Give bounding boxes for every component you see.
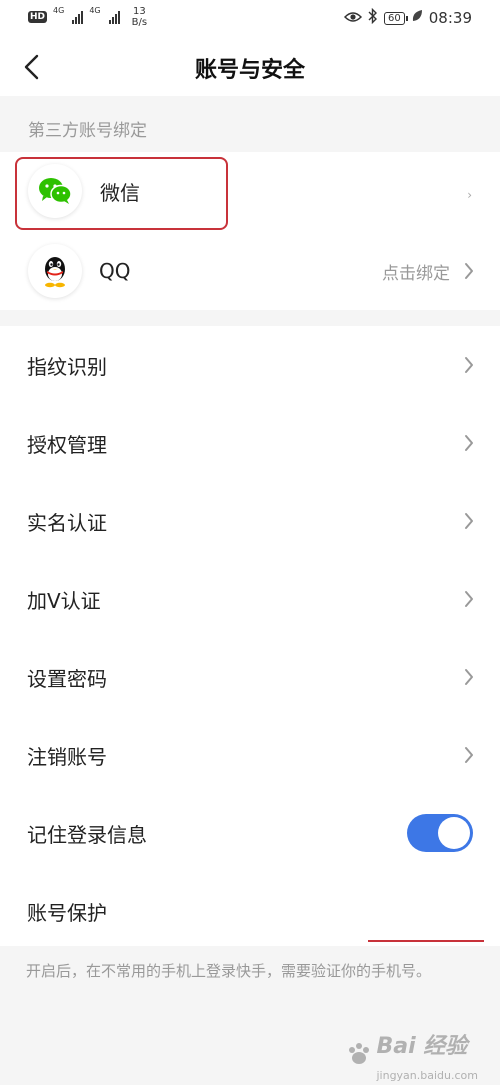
chevron-right-icon <box>465 669 473 685</box>
annotation-underline <box>368 940 484 942</box>
watermark-brand: Bai 经验 <box>376 1034 468 1059</box>
status-left: HD 4G 4G 13 B/s <box>28 6 147 28</box>
chevron-right-icon <box>465 591 473 607</box>
net-speed-value: 13 <box>132 6 146 17</box>
battery-icon: 60 <box>384 11 408 25</box>
page-title: 账号与安全 <box>194 58 305 83</box>
real-name-label: 实名认证 <box>27 510 107 535</box>
net-speed: 13 B/s <box>132 6 147 28</box>
eye-icon <box>343 9 363 27</box>
status-right: 60 08:39 <box>343 7 472 28</box>
third-party-group: 微信 › QQ 点击绑定 <box>0 152 500 310</box>
chevron-right-icon <box>465 513 473 529</box>
authorization-row[interactable]: 授权管理 <box>0 404 500 482</box>
set-password-row[interactable]: 设置密码 <box>0 638 500 716</box>
delete-account-label: 注销账号 <box>27 744 107 769</box>
fingerprint-row[interactable]: 指纹识别 <box>0 326 500 404</box>
net-speed-unit: B/s <box>131 17 148 28</box>
highlight-box <box>15 157 228 230</box>
fingerprint-label: 指纹识别 <box>27 354 107 379</box>
real-name-row[interactable]: 实名认证 <box>0 482 500 560</box>
chevron-right-icon <box>465 747 473 763</box>
qq-label: QQ <box>99 259 131 283</box>
nav-bar: 账号与安全 <box>0 36 500 96</box>
set-password-label: 设置密码 <box>27 666 107 691</box>
authorization-label: 授权管理 <box>27 432 107 457</box>
delete-account-row[interactable]: 注销账号 <box>0 716 500 794</box>
watermark-sub: jingyan.baidu.com <box>376 1069 478 1082</box>
account-protection-row: 账号保护 <box>0 872 500 950</box>
remember-login-toggle[interactable] <box>407 814 473 852</box>
remember-login-label: 记住登录信息 <box>27 822 147 847</box>
leaf-icon <box>411 9 423 27</box>
chevron-right-icon <box>465 263 473 279</box>
clock-time: 08:39 <box>428 9 472 27</box>
settings-group: 指纹识别 授权管理 实名认证 加V认证 设置密码 注销账号 记住登录信息 账号保… <box>0 326 500 946</box>
sim1-label: 4G <box>53 6 65 15</box>
verified-v-row[interactable]: 加V认证 <box>0 560 500 638</box>
chevron-right-icon <box>465 357 473 373</box>
account-protection-label: 账号保护 <box>27 900 107 925</box>
sim2-label: 4G <box>89 6 101 15</box>
verified-v-label: 加V认证 <box>27 588 101 613</box>
chevron-right-icon: › <box>467 188 472 202</box>
qq-bind-row[interactable]: QQ 点击绑定 <box>0 232 500 310</box>
paw-icon <box>346 1042 372 1072</box>
qq-icon <box>45 257 65 288</box>
bluetooth-icon <box>368 7 378 28</box>
chevron-right-icon <box>465 435 473 451</box>
qq-bind-action: 点击绑定 <box>382 263 450 284</box>
watermark: Bai 经验 jingyan.baidu.com <box>346 1028 478 1085</box>
status-bar: HD 4G 4G 13 B/s 60 08:39 <box>0 0 500 36</box>
remember-login-row: 记住登录信息 <box>0 794 500 872</box>
footer-hint: 开启后，在不常用的手机上登录快手，需要验证你的手机号。 <box>26 962 432 980</box>
toggle-knob <box>438 817 470 849</box>
qq-icon-circle <box>28 244 82 298</box>
signal-icon <box>72 10 84 24</box>
section-header-third-party: 第三方账号绑定 <box>28 121 147 141</box>
hd-badge: HD <box>28 11 48 23</box>
signal-icon <box>108 10 120 24</box>
